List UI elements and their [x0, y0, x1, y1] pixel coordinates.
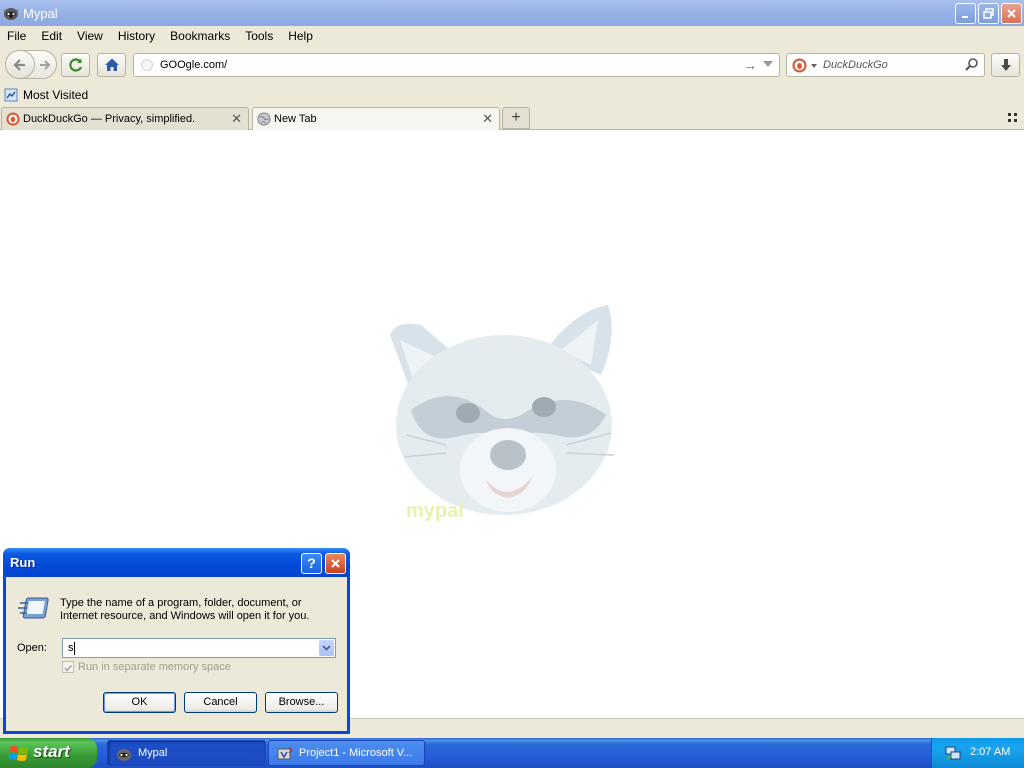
home-button[interactable] — [97, 53, 126, 77]
help-button[interactable]: ? — [301, 553, 322, 574]
start-button[interactable]: start — [0, 738, 97, 768]
duckduckgo-icon[interactable] — [792, 58, 807, 73]
text-cursor — [74, 642, 75, 655]
taskbar-item-label: Mypal — [138, 747, 168, 759]
open-input[interactable]: s — [68, 642, 74, 654]
raccoon-logo: mypal — [390, 305, 615, 522]
run-program-icon — [18, 597, 49, 619]
menu-bookmarks[interactable]: Bookmarks — [170, 29, 230, 43]
url-bar[interactable]: GOOgle.com/ → — [133, 53, 780, 77]
taskbar: start Mypal Project1 - Microsoft V... 2:… — [0, 738, 1024, 768]
question-mark-icon: ? — [307, 555, 316, 571]
tab-close-icon[interactable]: ✕ — [231, 111, 242, 127]
url-text[interactable]: GOOgle.com/ — [160, 59, 227, 71]
taskbar-item-mypal[interactable]: Mypal — [107, 740, 266, 766]
menu-history[interactable]: History — [118, 29, 155, 43]
system-tray: 2:07 AM — [931, 738, 1024, 768]
run-dialog-title: Run — [10, 555, 36, 570]
run-dialog: Run ? Type the name of a program, folder… — [3, 548, 350, 734]
go-arrow-icon[interactable]: → — [743, 57, 757, 73]
menu-edit[interactable]: Edit — [41, 29, 62, 43]
run-close-button[interactable] — [325, 553, 346, 574]
reload-icon — [68, 58, 82, 72]
menu-file[interactable]: File — [7, 29, 26, 43]
mypal-app-icon — [4, 8, 18, 20]
browser-titlebar: Mypal — [0, 0, 1024, 26]
search-bar[interactable]: DuckDuckGo — [786, 53, 985, 77]
restore-icon — [983, 8, 994, 19]
download-icon — [1000, 59, 1011, 71]
home-icon — [104, 58, 119, 71]
reload-button[interactable] — [61, 53, 90, 77]
run-description: Type the name of a program, folder, docu… — [60, 597, 310, 622]
plus-icon: + — [511, 109, 521, 126]
run-dialog-titlebar[interactable]: Run ? — [3, 548, 350, 577]
forward-button[interactable] — [36, 56, 54, 74]
chevron-down-icon — [322, 645, 331, 651]
tab-strip: DuckDuckGo — Privacy, simplified. ✕ New … — [0, 105, 1024, 131]
menu-bar: File Edit View History Bookmarks Tools H… — [0, 26, 1024, 46]
new-tab-button[interactable]: + — [502, 107, 530, 129]
tab-new-tab[interactable]: New Tab ✕ — [252, 107, 500, 131]
bookmark-most-visited[interactable]: Most Visited — [23, 88, 88, 102]
start-label: start — [33, 742, 70, 761]
list-all-tabs-icon[interactable] — [1008, 113, 1018, 123]
windows-logo-icon — [9, 746, 28, 761]
open-dropdown-button[interactable] — [319, 640, 334, 656]
open-combobox[interactable]: s — [62, 638, 336, 658]
menu-help[interactable]: Help — [288, 29, 313, 43]
bookmarks-toolbar: Most Visited — [0, 84, 1024, 105]
cancel-button[interactable]: Cancel — [184, 692, 257, 713]
taskbar-item-project1[interactable]: Project1 - Microsoft V... — [268, 740, 425, 766]
navigation-toolbar: GOOgle.com/ → DuckDuckGo — [0, 46, 1024, 84]
most-visited-icon — [4, 88, 18, 101]
close-icon — [1007, 9, 1016, 18]
site-identity-icon[interactable] — [141, 59, 153, 71]
restore-button[interactable] — [978, 3, 999, 24]
network-icon[interactable] — [944, 744, 962, 762]
minimize-icon — [962, 16, 968, 18]
checkmark-icon — [64, 664, 73, 672]
minimize-button[interactable] — [955, 3, 976, 24]
run-dialog-body: Type the name of a program, folder, docu… — [6, 577, 347, 731]
back-arrow-icon — [13, 58, 25, 71]
browse-button[interactable]: Browse... — [265, 692, 338, 713]
forward-arrow-icon — [40, 60, 51, 70]
ok-button[interactable]: OK — [103, 692, 176, 713]
close-icon — [331, 559, 340, 568]
taskbar-item-label: Project1 - Microsoft V... — [299, 747, 413, 759]
tab-label: DuckDuckGo — Privacy, simplified. — [23, 113, 196, 125]
clock: 2:07 AM — [970, 746, 1011, 758]
back-button[interactable] — [5, 50, 35, 79]
menu-view[interactable]: View — [77, 29, 103, 43]
search-engine-dropdown-icon[interactable] — [811, 64, 817, 68]
window-title: Mypal — [23, 5, 58, 21]
mascot-text: mypal — [406, 500, 464, 522]
separate-memory-label: Run in separate memory space — [78, 661, 231, 673]
globe-icon — [257, 112, 271, 126]
tab-duckduckgo[interactable]: DuckDuckGo — Privacy, simplified. ✕ — [1, 107, 249, 130]
search-placeholder[interactable]: DuckDuckGo — [823, 59, 888, 71]
separate-memory-checkbox — [62, 661, 74, 673]
open-label: Open: — [17, 642, 47, 654]
downloads-button[interactable] — [991, 53, 1020, 77]
tab-close-icon[interactable]: ✕ — [482, 111, 493, 127]
duckduckgo-icon — [6, 112, 20, 126]
close-window-button[interactable] — [1001, 3, 1022, 24]
visual-basic-icon — [277, 746, 293, 760]
url-history-dropdown-icon[interactable] — [763, 61, 773, 67]
mypal-app-icon — [117, 749, 131, 761]
search-icon[interactable] — [964, 57, 980, 73]
tab-label: New Tab — [274, 113, 317, 125]
menu-tools[interactable]: Tools — [245, 29, 273, 43]
